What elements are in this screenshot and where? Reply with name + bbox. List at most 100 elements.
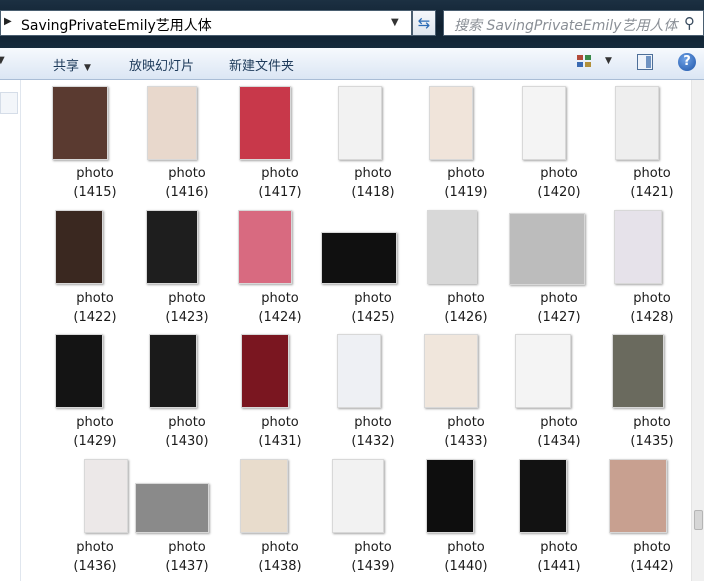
image-thumbnail[interactable]	[321, 232, 397, 284]
file-item[interactable]: photo (1417)	[234, 80, 326, 206]
image-thumbnail[interactable]	[135, 483, 209, 533]
file-item[interactable]: photo (1426)	[420, 205, 512, 331]
file-number: (1424)	[258, 310, 302, 325]
file-name: photo	[261, 540, 299, 555]
image-thumbnail[interactable]	[52, 86, 108, 160]
image-thumbnail[interactable]	[615, 86, 659, 160]
file-number: (1420)	[537, 185, 581, 200]
help-icon[interactable]: ?	[678, 53, 696, 71]
file-item[interactable]: photo (1438)	[234, 454, 326, 580]
file-item[interactable]: photo (1440)	[420, 454, 512, 580]
breadcrumb-chevron-icon[interactable]: ▶	[4, 16, 12, 27]
file-item[interactable]: photo (1442)	[606, 454, 691, 580]
image-thumbnail[interactable]	[238, 210, 292, 284]
share-label: 共享	[53, 59, 80, 74]
image-thumbnail[interactable]	[429, 86, 473, 160]
navigation-selected-item[interactable]	[0, 92, 18, 114]
image-thumbnail[interactable]	[55, 334, 103, 408]
image-thumbnail[interactable]	[84, 459, 128, 533]
image-thumbnail[interactable]	[427, 210, 477, 284]
image-thumbnail[interactable]	[609, 459, 667, 533]
image-thumbnail[interactable]	[147, 86, 197, 160]
file-item[interactable]: photo (1431)	[234, 329, 326, 455]
file-item[interactable]: photo (1424)	[234, 205, 326, 331]
image-thumbnail[interactable]	[612, 334, 664, 408]
file-item[interactable]: photo (1437)	[135, 454, 233, 580]
image-thumbnail[interactable]	[149, 334, 197, 408]
slideshow-button[interactable]: 放映幻灯片	[129, 55, 194, 74]
file-item[interactable]: photo (1419)	[420, 80, 512, 206]
share-dropdown-icon: ▼	[84, 63, 91, 73]
file-number: (1426)	[444, 310, 488, 325]
address-bar[interactable]: ▶ SavingPrivateEmily艺用人体 ▼	[0, 10, 412, 36]
image-thumbnail[interactable]	[146, 210, 198, 284]
image-thumbnail[interactable]	[338, 86, 382, 160]
file-name: photo	[168, 415, 206, 430]
file-item[interactable]: photo (1428)	[606, 205, 691, 331]
file-number: (1435)	[630, 434, 674, 449]
file-item[interactable]: photo (1434)	[513, 329, 605, 455]
file-list[interactable]: photo (1415) photo (1416) photo (1417) photo (1…	[21, 80, 691, 581]
breadcrumb-folder[interactable]: SavingPrivateEmily艺用人体	[21, 15, 212, 35]
file-number: (1440)	[444, 559, 488, 574]
file-name: photo	[261, 166, 299, 181]
file-item[interactable]: photo (1427)	[509, 205, 605, 331]
file-item[interactable]: photo (1421)	[606, 80, 691, 206]
file-name: photo	[447, 291, 485, 306]
image-thumbnail[interactable]	[522, 86, 566, 160]
organize-dropdown-icon[interactable]: ▼	[0, 55, 5, 66]
image-thumbnail[interactable]	[241, 334, 289, 408]
preview-pane-icon[interactable]	[637, 54, 653, 70]
refresh-icon[interactable]: ⇆	[412, 10, 436, 36]
file-number: (1422)	[73, 310, 117, 325]
file-item[interactable]: photo (1441)	[513, 454, 605, 580]
file-item[interactable]: photo (1425)	[321, 205, 419, 331]
search-input[interactable]: 搜索 SavingPrivateEmily艺用人体 ⚲	[443, 10, 704, 36]
image-thumbnail[interactable]	[337, 334, 381, 408]
command-toolbar: ▼ 共享 ▼ 放映幻灯片 新建文件夹 ▼ ?	[0, 48, 704, 80]
file-number: (1419)	[444, 185, 488, 200]
share-button[interactable]: 共享 ▼	[53, 55, 91, 74]
file-item[interactable]: photo (1435)	[606, 329, 691, 455]
file-number: (1427)	[537, 310, 581, 325]
file-number: (1437)	[165, 559, 209, 574]
image-thumbnail[interactable]	[614, 210, 662, 284]
new-folder-button[interactable]: 新建文件夹	[229, 55, 294, 74]
file-number: (1436)	[73, 559, 117, 574]
file-item[interactable]: photo (1430)	[141, 329, 233, 455]
file-number: (1428)	[630, 310, 674, 325]
file-name: photo	[447, 415, 485, 430]
file-item[interactable]: photo (1422)	[49, 205, 141, 331]
file-name: photo	[447, 166, 485, 181]
file-item[interactable]: photo (1432)	[327, 329, 419, 455]
file-item[interactable]: photo (1415)	[49, 80, 141, 206]
scrollbar-thumb[interactable]	[694, 510, 703, 530]
magnifier-icon[interactable]: ⚲	[684, 14, 695, 32]
image-thumbnail[interactable]	[424, 334, 478, 408]
image-thumbnail[interactable]	[239, 86, 291, 160]
image-thumbnail[interactable]	[426, 459, 474, 533]
file-name: photo	[354, 415, 392, 430]
file-item[interactable]: photo (1423)	[141, 205, 233, 331]
file-item[interactable]: photo (1439)	[327, 454, 419, 580]
file-item[interactable]: photo (1420)	[513, 80, 605, 206]
vertical-scrollbar[interactable]	[691, 80, 704, 581]
file-name: photo	[633, 291, 671, 306]
views-button[interactable]: ▼	[577, 53, 617, 73]
navigation-pane[interactable]	[0, 80, 21, 581]
file-number: (1431)	[258, 434, 302, 449]
file-item[interactable]: photo (1433)	[420, 329, 512, 455]
image-thumbnail[interactable]	[509, 213, 585, 285]
file-number: (1416)	[165, 185, 209, 200]
file-name: photo	[261, 291, 299, 306]
file-item[interactable]: photo (1418)	[327, 80, 419, 206]
file-item[interactable]: photo (1429)	[49, 329, 141, 455]
image-thumbnail[interactable]	[55, 210, 103, 284]
file-item[interactable]: photo (1436)	[49, 454, 141, 580]
image-thumbnail[interactable]	[515, 334, 571, 408]
image-thumbnail[interactable]	[240, 459, 288, 533]
image-thumbnail[interactable]	[519, 459, 567, 533]
address-history-dropdown-icon[interactable]: ▼	[391, 17, 399, 28]
file-item[interactable]: photo (1416)	[141, 80, 233, 206]
image-thumbnail[interactable]	[332, 459, 384, 533]
